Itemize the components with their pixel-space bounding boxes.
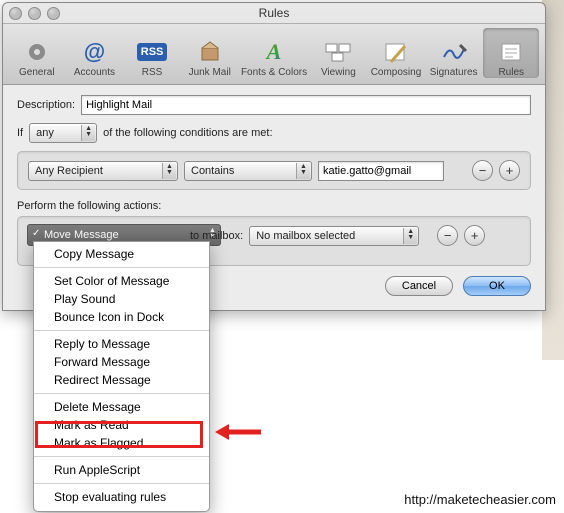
tab-viewing[interactable]: Viewing (311, 28, 367, 78)
menu-item-bounce-icon[interactable]: Bounce Icon in Dock (34, 308, 209, 326)
menu-item-mark-read[interactable]: Mark as Read (34, 416, 209, 434)
annotation-arrow-icon (213, 418, 263, 446)
actions-label: Perform the following actions: (17, 200, 531, 212)
preferences-toolbar: General @ Accounts RSS RSS Junk Mail A F… (3, 24, 545, 85)
tab-rules[interactable]: Rules (483, 28, 539, 78)
minimize-window-button[interactable] (28, 7, 41, 20)
action-type-menu: Copy Message Set Color of Message Play S… (33, 241, 210, 512)
mailbox-select[interactable]: No mailbox selected ▲▼ (249, 226, 419, 246)
add-action-button[interactable]: + (464, 225, 485, 246)
cancel-button[interactable]: Cancel (385, 276, 453, 296)
menu-item-play-sound[interactable]: Play Sound (34, 290, 209, 308)
window-title: Rules (3, 6, 545, 20)
watermark-text: http://maketecheasier.com (404, 492, 556, 507)
window-controls (9, 7, 60, 20)
at-icon: @ (78, 38, 110, 66)
remove-action-button[interactable]: − (437, 225, 458, 246)
remove-condition-button[interactable]: − (472, 160, 493, 181)
tab-signatures[interactable]: Signatures (426, 28, 482, 78)
titlebar: Rules (3, 3, 545, 24)
fonts-icon: A (258, 38, 290, 66)
conditions-group: Any Recipient ▲▼ Contains ▲▼ − + (17, 151, 531, 190)
menu-item-reply[interactable]: Reply to Message (34, 335, 209, 353)
match-scope-select[interactable]: any ▲▼ (29, 123, 97, 143)
viewing-icon (322, 38, 354, 66)
description-input[interactable] (81, 95, 531, 115)
tab-junk-mail[interactable]: Junk Mail (182, 28, 238, 78)
compose-icon (380, 38, 412, 66)
menu-item-forward[interactable]: Forward Message (34, 353, 209, 371)
condition-field-select[interactable]: Any Recipient ▲▼ (28, 161, 178, 181)
signature-icon (438, 38, 470, 66)
add-condition-button[interactable]: + (499, 160, 520, 181)
zoom-window-button[interactable] (47, 7, 60, 20)
condition-value-input[interactable] (318, 161, 444, 181)
description-label: Description: (17, 99, 75, 111)
if-label: If (17, 127, 23, 139)
menu-item-mark-flagged[interactable]: Mark as Flagged (34, 434, 209, 452)
condition-operator-select[interactable]: Contains ▲▼ (184, 161, 312, 181)
tab-accounts[interactable]: @ Accounts (67, 28, 123, 78)
rss-icon: RSS (136, 38, 168, 66)
menu-item-redirect[interactable]: Redirect Message (34, 371, 209, 389)
menu-item-set-color[interactable]: Set Color of Message (34, 272, 209, 290)
close-window-button[interactable] (9, 7, 22, 20)
check-icon: ✓ (32, 228, 40, 239)
menu-item-stop-evaluating[interactable]: Stop evaluating rules (34, 488, 209, 506)
menu-item-copy-message[interactable]: Copy Message (34, 245, 209, 263)
ok-button[interactable]: OK (463, 276, 531, 296)
conditions-suffix-label: of the following conditions are met: (103, 127, 272, 139)
menu-item-run-applescript[interactable]: Run AppleScript (34, 461, 209, 479)
rules-icon (495, 38, 527, 66)
tab-composing[interactable]: Composing (368, 28, 424, 78)
mailbox-prefix-label: to mailbox: (190, 230, 243, 242)
gear-icon (21, 38, 53, 66)
tab-rss[interactable]: RSS RSS (124, 28, 180, 78)
menu-item-delete[interactable]: Delete Message (34, 398, 209, 416)
junk-icon (194, 38, 226, 66)
tab-fonts-colors[interactable]: A Fonts & Colors (240, 28, 309, 78)
tab-general[interactable]: General (9, 28, 65, 78)
